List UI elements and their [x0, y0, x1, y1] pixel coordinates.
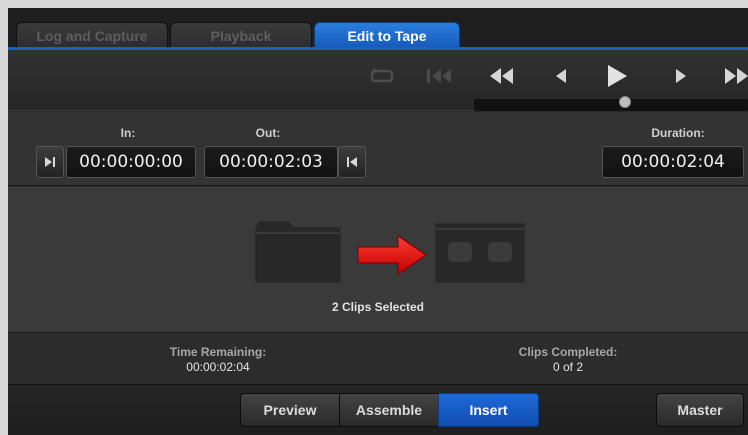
- clips-selected-label: 2 Clips Selected: [331, 300, 425, 314]
- jog-scrubber[interactable]: [474, 96, 748, 111]
- clips-completed-value: 0 of 2: [552, 360, 584, 374]
- tape-icon: [435, 223, 525, 283]
- arrow-right-icon: [357, 235, 427, 275]
- in-label: In:: [120, 126, 136, 140]
- time-remaining-group: Time Remaining: 00:00:02:04: [128, 345, 308, 374]
- rewind-icon[interactable]: [486, 64, 518, 88]
- window-frame: Log and Capture Playback Edit to Tape In…: [0, 0, 748, 435]
- go-to-start-icon[interactable]: [424, 64, 456, 88]
- clips-completed-group: Clips Completed: 0 of 2: [478, 345, 658, 374]
- edit-graphic-area: 2 Clips Selected: [8, 187, 748, 332]
- folder-icon: [255, 221, 341, 283]
- in-timecode-field[interactable]: 00:00:00:00: [66, 146, 196, 178]
- duration-label: Duration:: [651, 126, 705, 140]
- mark-out-icon: [347, 157, 357, 167]
- mark-in-icon: [45, 157, 55, 167]
- bottom-toolbar: Preview Assemble Insert Master: [8, 384, 748, 435]
- status-section: Time Remaining: 00:00:02:04 Clips Comple…: [8, 332, 748, 384]
- out-label: Out:: [255, 126, 281, 140]
- preview-button[interactable]: Preview: [240, 393, 340, 427]
- step-forward-icon[interactable]: [670, 64, 692, 88]
- time-remaining-label: Time Remaining:: [169, 345, 267, 359]
- tab-log-and-capture[interactable]: Log and Capture: [16, 22, 168, 49]
- out-timecode-field[interactable]: 00:00:02:03: [204, 146, 338, 178]
- clips-completed-label: Clips Completed:: [518, 345, 618, 359]
- step-back-icon[interactable]: [550, 64, 572, 88]
- fast-forward-icon[interactable]: [722, 64, 748, 88]
- duration-timecode-field[interactable]: 00:00:02:04: [602, 146, 744, 178]
- tab-edit-to-tape[interactable]: Edit to Tape: [314, 22, 460, 49]
- mark-in-button[interactable]: [36, 146, 64, 178]
- insert-button[interactable]: Insert: [438, 393, 539, 427]
- time-remaining-value: 00:00:02:04: [186, 360, 250, 374]
- master-button[interactable]: Master: [656, 393, 744, 427]
- play-icon[interactable]: [604, 64, 630, 88]
- tab-playback[interactable]: Playback: [170, 22, 312, 49]
- mark-out-button[interactable]: [338, 146, 366, 178]
- tab-bar: Log and Capture Playback Edit to Tape: [8, 8, 748, 50]
- scrubber-knob[interactable]: [618, 96, 631, 108]
- edit-to-tape-window: Log and Capture Playback Edit to Tape In…: [8, 8, 748, 435]
- timecode-section: In: Out: Duration: 00:00:00:00 00:00:02:…: [8, 112, 748, 186]
- assemble-button[interactable]: Assemble: [339, 393, 439, 427]
- loop-icon[interactable]: [368, 64, 396, 88]
